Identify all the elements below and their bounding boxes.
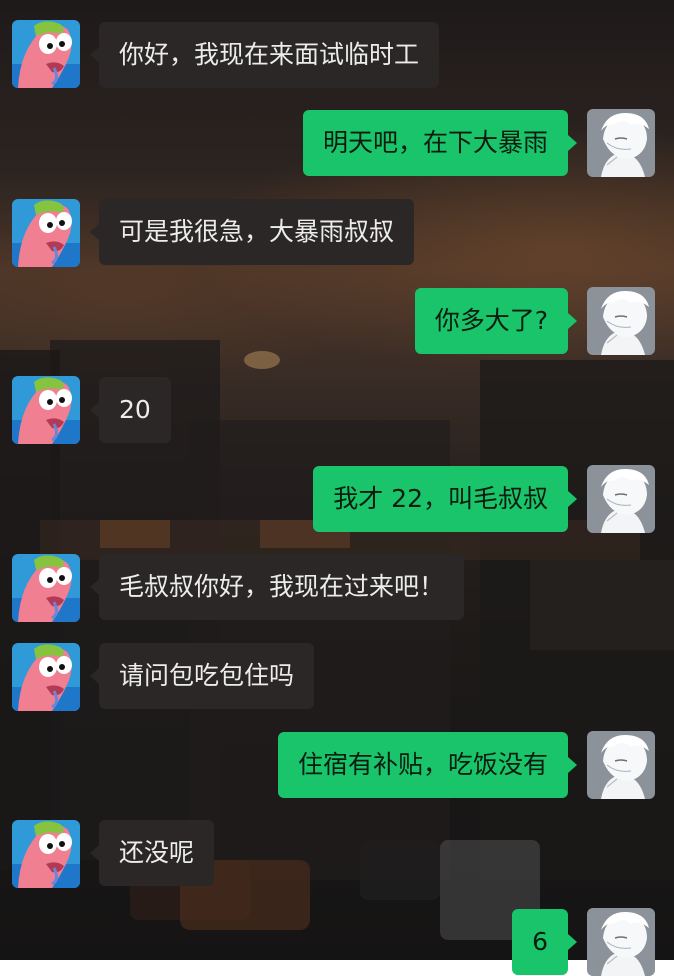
patrick-avatar-icon [12,20,80,88]
message-bubble-sent[interactable]: 6 [512,909,577,975]
boy-avatar[interactable] [587,731,655,799]
patrick-avatar[interactable] [12,643,80,711]
boy-avatar[interactable] [587,109,655,177]
boy-avatar[interactable] [587,465,655,533]
patrick-avatar[interactable] [12,376,80,444]
message-bubble-sent[interactable]: 明天吧，在下大暴雨 [302,110,578,176]
patrick-avatar[interactable] [12,554,80,622]
message-bubble-received[interactable]: 还没呢 [89,820,215,886]
message-bubble-sent[interactable]: 你多大了? [414,288,578,354]
message-bubble-received[interactable]: 20 [90,377,171,443]
patrick-avatar[interactable] [12,820,80,888]
message-bubble-received[interactable]: 请问包吃包住吗 [89,643,315,709]
message-bubble-sent[interactable]: 住宿有补贴，吃饭没有 [277,732,578,798]
patrick-avatar-icon [12,554,80,622]
message-bubble-received[interactable]: 可是我很急，大暴雨叔叔 [89,199,415,265]
boy-avatar-icon [587,109,655,177]
boy-avatar-icon [587,731,655,799]
patrick-avatar-icon [12,376,80,444]
patrick-avatar-icon [12,199,80,267]
boy-avatar-icon [587,287,655,355]
message-bubble-received[interactable]: 你好，我现在来面试临时工 [89,22,440,88]
message-bubble-received[interactable]: 毛叔叔你好，我现在过来吧！ [89,554,465,620]
boy-avatar-icon [587,908,655,976]
patrick-avatar[interactable] [12,20,80,88]
patrick-avatar[interactable] [12,199,80,267]
message-bubble-sent[interactable]: 我才 22，叫毛叔叔 [313,466,577,532]
boy-avatar-icon [587,465,655,533]
chat-message-list[interactable]: 你好，我现在来面试临时工 明天吧，在下大暴雨 可是我很急，大暴雨叔叔 你多大了?… [0,0,674,960]
boy-avatar[interactable] [587,287,655,355]
patrick-avatar-icon [12,820,80,888]
patrick-avatar-icon [12,643,80,711]
boy-avatar[interactable] [587,908,655,976]
